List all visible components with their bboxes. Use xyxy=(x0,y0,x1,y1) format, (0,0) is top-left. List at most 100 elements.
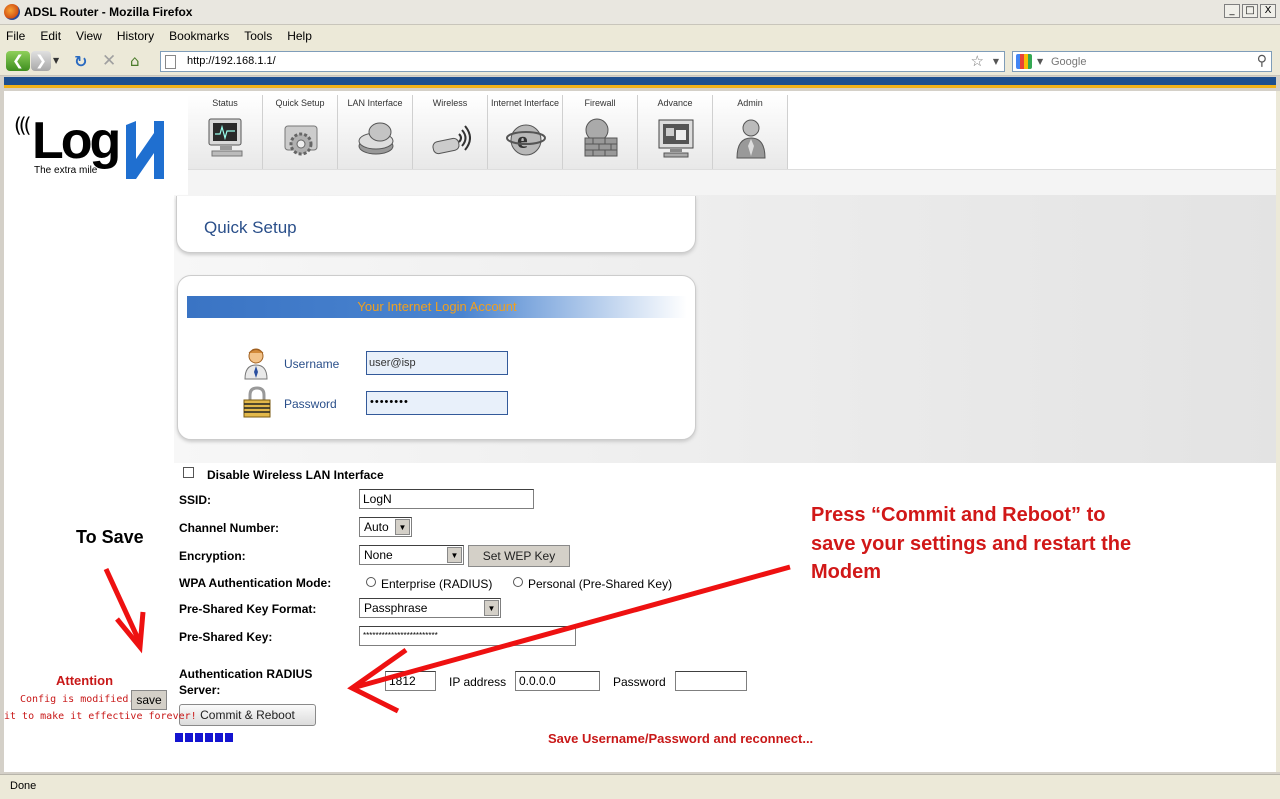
menu-help[interactable]: Help xyxy=(287,29,312,43)
ssid-input[interactable]: LogN xyxy=(359,489,534,509)
menu-bookmarks[interactable]: Bookmarks xyxy=(169,29,229,43)
brand-header-bar xyxy=(4,77,1276,88)
progress-indicator xyxy=(175,733,233,742)
radius-server-label-line1: Authentication RADIUS xyxy=(179,667,313,681)
tab-label: Wireless xyxy=(432,98,468,108)
channel-select[interactable]: Auto ▼ xyxy=(359,517,412,537)
tab-label: Internet Interface xyxy=(490,98,560,108)
save-config-button[interactable]: save xyxy=(131,690,167,710)
tab-quick-setup[interactable]: Quick Setup xyxy=(263,95,338,169)
quick-setup-panel: Quick Setup xyxy=(176,196,696,253)
advance-screen-icon xyxy=(656,115,696,161)
bookmark-star-icon[interactable]: ☆ xyxy=(971,52,984,70)
internet-login-panel: Your Internet Login Account Username use… xyxy=(177,275,696,440)
maximize-button[interactable]: □ xyxy=(1242,4,1258,18)
wpa-mode-label: WPA Authentication Mode: xyxy=(179,576,332,590)
search-icon[interactable]: ⚲ xyxy=(1257,53,1267,69)
encryption-label: Encryption: xyxy=(179,549,246,563)
set-wep-key-button[interactable]: Set WEP Key xyxy=(468,545,570,567)
address-bar[interactable]: http://192.168.1.1/ ☆ ▼ xyxy=(160,51,1005,72)
monitor-icon xyxy=(206,115,246,161)
attention-title: Attention xyxy=(56,673,114,688)
history-dropdown-icon[interactable]: ▼ xyxy=(53,56,59,65)
menu-view[interactable]: View xyxy=(76,29,102,43)
tab-wireless[interactable]: Wireless xyxy=(413,95,488,169)
tab-admin[interactable]: Admin xyxy=(713,95,788,169)
progress-block xyxy=(185,733,193,742)
search-placeholder[interactable]: Google xyxy=(1051,56,1086,68)
psk-format-value: Passphrase xyxy=(364,601,428,615)
chevron-down-icon: ▼ xyxy=(395,519,410,535)
psk-format-label: Pre-Shared Key Format: xyxy=(179,602,317,616)
psk-format-select[interactable]: Passphrase ▼ xyxy=(359,598,501,618)
url-text[interactable]: http://192.168.1.1/ xyxy=(187,55,276,67)
window-controls: _ □ X xyxy=(1224,4,1276,18)
menu-edit[interactable]: Edit xyxy=(40,29,61,43)
psk-input[interactable]: ************************ xyxy=(359,626,576,646)
to-save-annotation: To Save xyxy=(76,527,144,547)
nav-tab-row: Status Quick Setup LAN Interface Wireles… xyxy=(188,95,788,169)
tab-internet-interface[interactable]: Internet Interface e xyxy=(488,95,563,169)
tab-advance[interactable]: Advance xyxy=(638,95,713,169)
firewall-icon xyxy=(581,115,621,161)
radius-password-input[interactable] xyxy=(675,671,747,691)
username-label: Username xyxy=(284,357,340,371)
config-modified-text: Config is modified. xyxy=(20,694,135,705)
status-text: Done xyxy=(10,780,37,792)
username-input[interactable]: user@isp xyxy=(366,351,508,375)
wpa-enterprise-radio[interactable] xyxy=(366,577,376,587)
tab-lan-interface[interactable]: LAN Interface xyxy=(338,95,413,169)
window-titlebar: ADSL Router - Mozilla Firefox _ □ X xyxy=(0,0,1280,25)
saving-status-message: Save Username/Password and reconnect... xyxy=(548,731,814,746)
close-button[interactable]: X xyxy=(1260,4,1276,18)
channel-value: Auto xyxy=(364,520,389,534)
menu-tools[interactable]: Tools xyxy=(244,29,272,43)
tab-status[interactable]: Status xyxy=(188,95,263,169)
reload-icon[interactable]: ↻ xyxy=(74,52,87,71)
progress-block xyxy=(205,733,213,742)
tab-label: Quick Setup xyxy=(275,98,325,108)
menu-history[interactable]: History xyxy=(117,29,154,43)
internet-globe-icon: e xyxy=(506,115,546,161)
url-dropdown-icon[interactable]: ▼ xyxy=(993,57,999,66)
back-button[interactable]: ❮ xyxy=(6,51,30,71)
instruction-annotation: Press “Commit and Reboot” to save your s… xyxy=(811,501,1171,587)
password-input[interactable]: •••••••• xyxy=(366,391,508,415)
stop-icon[interactable]: ✕ xyxy=(102,51,116,71)
radius-password-label: Password xyxy=(613,675,666,689)
annotation-line-2: save your settings and restart the xyxy=(811,532,1132,555)
logo: ((( Log The extra mile xyxy=(4,91,174,195)
home-icon[interactable]: ⌂ xyxy=(130,52,140,70)
disable-wireless-checkbox[interactable] xyxy=(183,467,194,478)
disable-wireless-label: Disable Wireless LAN Interface xyxy=(207,468,384,482)
status-bar: Done xyxy=(0,774,1280,799)
progress-block xyxy=(195,733,203,742)
tab-firewall[interactable]: Firewall xyxy=(563,95,638,169)
wpa-personal-radio[interactable] xyxy=(513,577,523,587)
commit-reboot-button[interactable]: Commit & Reboot xyxy=(179,704,316,726)
firefox-logo-icon xyxy=(4,4,20,20)
radius-port-input[interactable]: 1812 xyxy=(385,671,436,691)
channel-label: Channel Number: xyxy=(179,521,280,535)
disk-icon xyxy=(356,115,396,161)
nav-tab-baseline xyxy=(188,169,1276,195)
search-engine-dropdown-icon[interactable]: ▼ xyxy=(1037,57,1043,66)
google-icon[interactable] xyxy=(1016,54,1032,69)
encryption-select[interactable]: None ▼ xyxy=(359,545,464,565)
wpa-enterprise-label: Enterprise (RADIUS) xyxy=(381,577,493,591)
wireless-waves-icon: ((( xyxy=(14,113,32,137)
menu-file[interactable]: File xyxy=(6,29,25,43)
login-header-text: Your Internet Login Account xyxy=(357,299,517,314)
page-right-edge xyxy=(1276,91,1280,772)
effective-forever-text: it to make it effective forever! xyxy=(4,711,197,722)
tab-label: LAN Interface xyxy=(347,98,403,108)
search-bar[interactable]: ▼ Google ⚲ xyxy=(1012,51,1272,72)
radius-ip-input[interactable]: 0.0.0.0 xyxy=(515,671,600,691)
wireless-adapter-icon xyxy=(431,115,471,161)
annotation-line-1: Press “Commit and Reboot” to xyxy=(811,504,1106,526)
minimize-button[interactable]: _ xyxy=(1224,4,1240,18)
forward-button[interactable]: ❯ xyxy=(31,51,51,71)
progress-block xyxy=(175,733,183,742)
page-title: Quick Setup xyxy=(204,218,297,237)
navigation-toolbar: ❮ ❯ ▼ ↻ ✕ ⌂ http://192.168.1.1/ ☆ ▼ ▼ Go… xyxy=(0,46,1280,76)
